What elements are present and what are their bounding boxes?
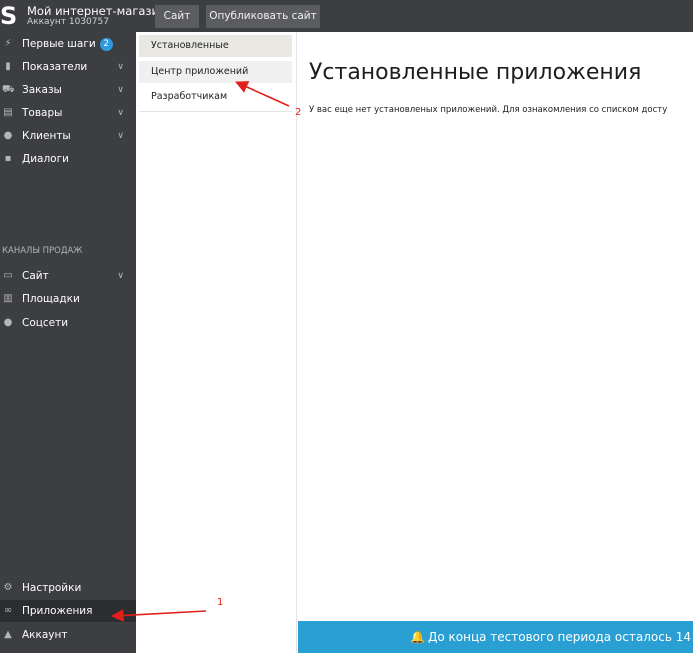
sidebar-item-apps[interactable]: ∞ Приложения [0,600,136,622]
gear-icon: ⚙ [3,582,13,593]
annotation-label-2: 2 [295,107,302,118]
sidebar-item-social[interactable]: ● Соцсети [0,312,136,334]
section-title-sales-channels: КАНАЛЫ ПРОДАЖ [2,246,83,256]
sidebar-item-label: Настройки [22,582,82,594]
sidebar-item-label: Сайт [22,270,49,282]
submenu-item-developers[interactable]: Разработчикам [139,86,292,108]
chevron-down-icon: ∨ [117,271,124,281]
sidebar-item-dialogs[interactable]: ▪ Диалоги [0,148,136,170]
chat-icon: ▪ [4,153,12,164]
sidebar-item-metrics[interactable]: ▮ Показатели ∨ [0,56,136,78]
sidebar-item-marketplaces[interactable]: ▥ Площадки [0,288,136,310]
user-icon: ▲ [4,629,12,640]
sidebar-item-clients[interactable]: ● Клиенты ∨ [0,125,136,147]
sidebar-item-products[interactable]: ▤ Товары ∨ [0,102,136,124]
shop-title[interactable]: Мой интернет-магазин [27,4,167,18]
sidebar-item-account[interactable]: ▲ Аккаунт [0,624,136,646]
submenu-item-installed[interactable]: Установленные [139,35,292,57]
bell-icon: 🔔 [410,630,425,644]
account-number: Аккаунт 1030757 [27,17,109,27]
sidebar-item-label: Клиенты [22,130,71,142]
sidebar-item-label: Заказы [22,84,62,96]
site-button[interactable]: Сайт [155,5,199,28]
sidebar-item-label: Товары [22,107,63,119]
apps-submenu: Установленные Центр приложений Разработч… [136,32,297,653]
notification-badge: 2 [99,38,113,51]
sidebar: ⚡ Первые шаги 2 ▮ Показатели ∨ ⛟ Заказы ∨… [0,32,136,653]
trial-banner[interactable]: 🔔 До конца тестового периода осталось 14 [298,621,693,653]
book-icon: ▤ [3,107,13,118]
chevron-down-icon: ∨ [117,62,124,72]
cart-icon: ⛟ [2,84,15,95]
annotation-label-1: 1 [217,597,224,608]
sidebar-item-label: Приложения [22,605,93,617]
chevron-down-icon: ∨ [117,131,124,141]
main-content: Установленные приложения У вас еще нет у… [298,32,693,621]
sidebar-item-orders[interactable]: ⛟ Заказы ∨ [0,79,136,101]
monitor-icon: ▭ [3,270,13,281]
people-icon: ● [3,317,13,328]
page-title: Установленные приложения [309,60,642,85]
sidebar-item-label: Площадки [22,293,80,305]
empty-state-text: У вас еще нет установленых приложений. Д… [309,105,668,115]
chevron-down-icon: ∨ [117,108,124,118]
marketplace-icon: ▥ [3,293,13,304]
sidebar-item-label: Соцсети [22,317,69,329]
sidebar-item-label: Аккаунт [22,629,68,641]
sidebar-item-site[interactable]: ▭ Сайт ∨ [0,265,136,287]
sidebar-item-label: Первые шаги [22,38,96,50]
sidebar-item-label: Диалоги [22,153,69,165]
users-icon: ● [3,130,13,141]
trial-banner-text: До конца тестового периода осталось 14 [428,630,691,644]
chevron-down-icon: ∨ [117,85,124,95]
bar-chart-icon: ▮ [5,61,11,72]
link-icon: ∞ [3,605,13,616]
divider [139,111,292,112]
submenu-item-app-center[interactable]: Центр приложений [139,61,292,83]
logo[interactable]: S [0,2,20,30]
top-bar: S Мой интернет-магазин Аккаунт 1030757 С… [0,0,693,32]
sidebar-item-label: Показатели [22,61,88,73]
bolt-icon: ⚡ [4,38,12,49]
sidebar-item-first-steps[interactable]: ⚡ Первые шаги 2 [0,33,136,55]
sidebar-item-settings[interactable]: ⚙ Настройки [0,577,136,599]
publish-site-button[interactable]: Опубликовать сайт [206,5,320,28]
